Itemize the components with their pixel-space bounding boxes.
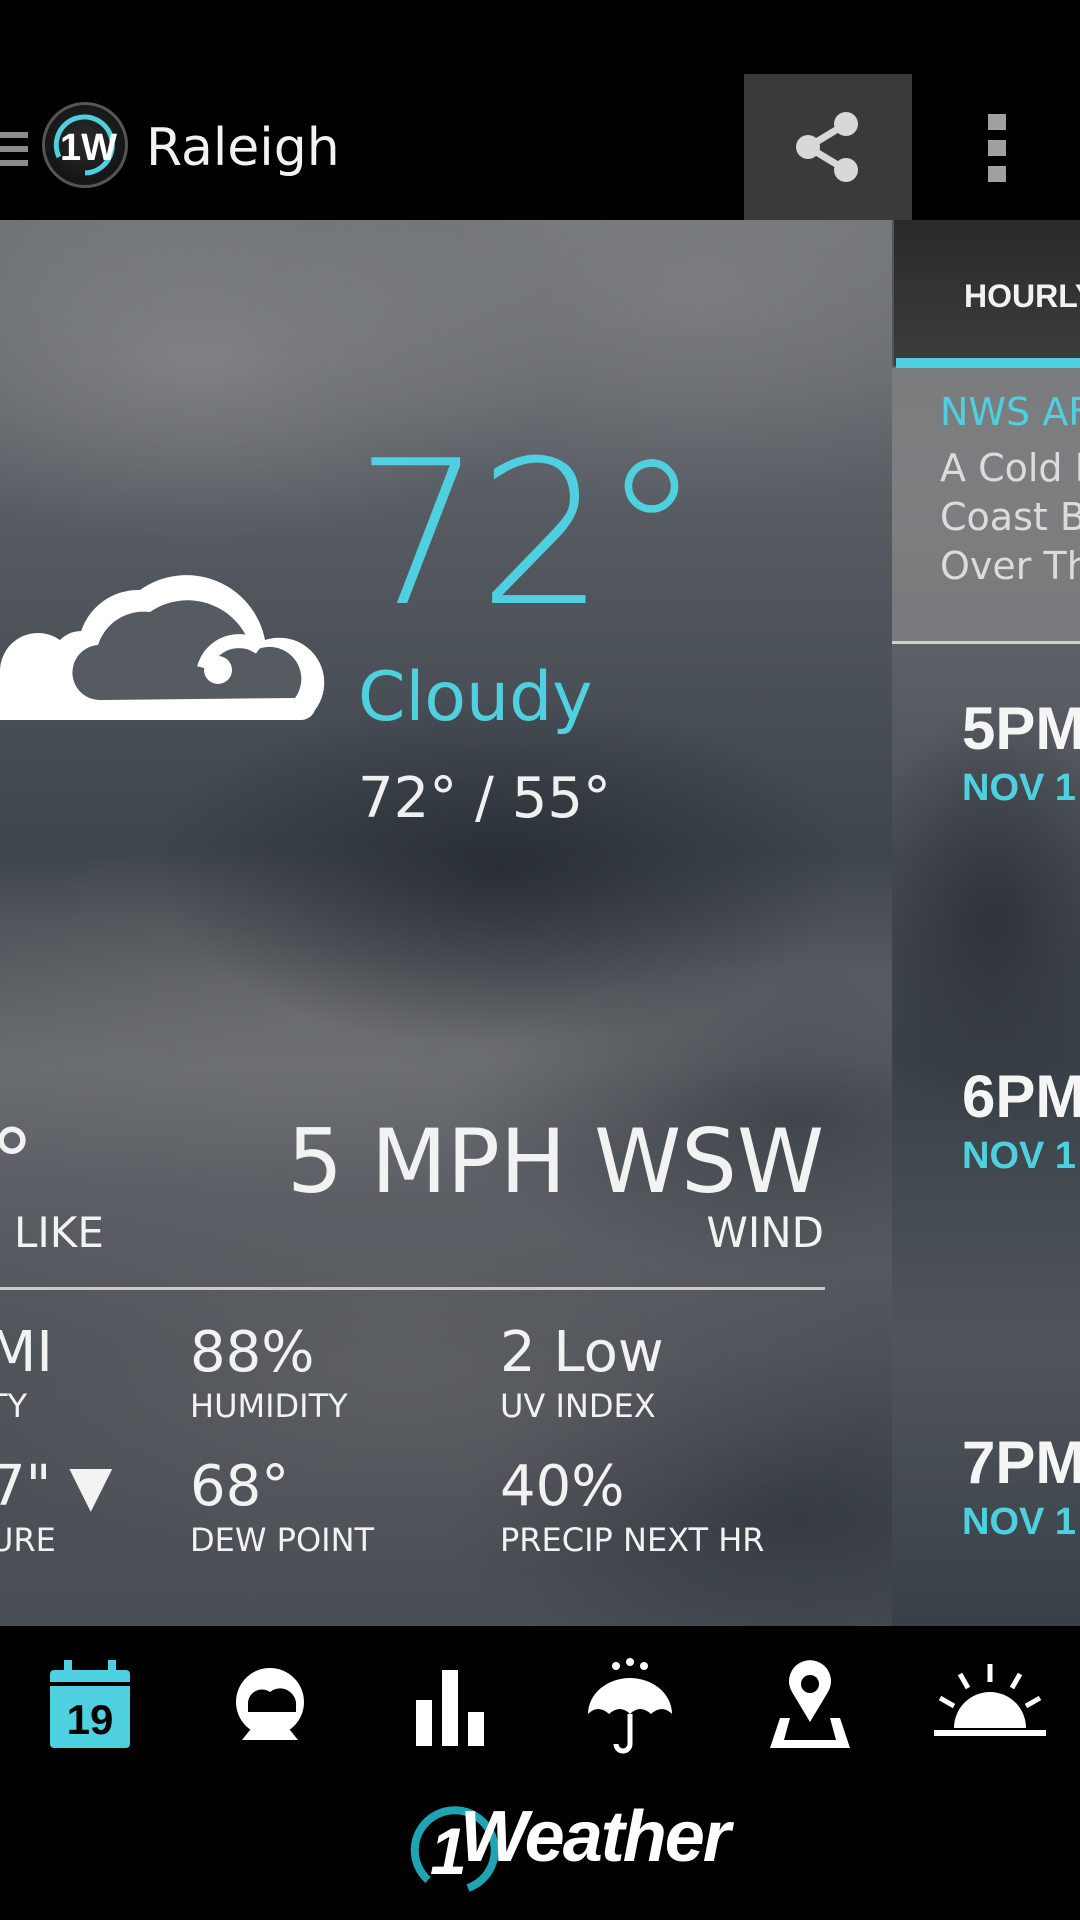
tab-hourly[interactable]: HOURLY [892, 220, 1080, 368]
feels-like-value: ° [0, 1110, 34, 1213]
hourly-item[interactable]: 7PM NOV 1 [962, 1428, 1080, 1544]
nws-alert-card[interactable]: NWS AF A Cold F Coast B Over Th [892, 368, 1080, 644]
radar-globe-icon[interactable] [220, 1656, 320, 1756]
map-pin-icon[interactable] [760, 1656, 860, 1756]
app-bar: 1W Raleigh [0, 74, 1080, 220]
share-button[interactable] [744, 74, 912, 220]
alert-text: A Cold F Coast B Over Th [940, 446, 1080, 588]
condition-label: Cloudy [358, 658, 593, 737]
brand-logo: 1 Weather [408, 1790, 731, 1900]
overflow-menu-icon[interactable] [960, 114, 1032, 184]
hourly-item[interactable]: 5PM NOV 1 [962, 694, 1080, 810]
menu-icon[interactable] [0, 132, 28, 166]
alert-title: NWS AF [940, 390, 1080, 434]
high-low-temperature: 72° / 55° [358, 766, 611, 831]
wind-label: WIND [706, 1208, 824, 1257]
svg-text:1W: 1W [60, 127, 117, 169]
uv-index-stat: 2 Low UV INDEX [500, 1320, 664, 1425]
hourly-item[interactable]: 6PM NOV 1 [962, 1062, 1080, 1178]
graph-icon[interactable] [400, 1656, 500, 1756]
feels-like-label: S LIKE [0, 1208, 104, 1257]
bottom-nav: 19 [0, 1626, 1080, 1776]
share-icon [796, 112, 858, 182]
visibility-stat: MI TY [0, 1320, 53, 1425]
current-temperature: 72° [355, 418, 701, 651]
cloudy-icon [0, 575, 325, 721]
app-logo[interactable]: 1W [42, 102, 128, 188]
hourly-panel[interactable]: HOURLY NWS AF A Cold F Coast B Over Th 5… [892, 220, 1080, 1626]
calendar-day: 19 [67, 1696, 114, 1743]
divider [0, 1287, 825, 1290]
pressure-stat: 7" ▼ URE [0, 1454, 113, 1559]
current-conditions-panel: 72° Cloudy 72° / 55° ° S LIKE 5 MPH WSW … [0, 220, 892, 1626]
logo-mark-icon: 1W [53, 114, 117, 176]
brand-name: Weather [460, 1797, 731, 1877]
city-title[interactable]: Raleigh [146, 118, 340, 178]
tab-indicator [896, 358, 1080, 368]
precip-next-hour-stat: 40% PRECIP NEXT HR [500, 1454, 765, 1559]
humidity-stat: 88% HUMIDITY [190, 1320, 348, 1425]
sunrise-icon[interactable] [930, 1656, 1046, 1756]
dew-point-stat: 68° DEW POINT [190, 1454, 375, 1559]
calendar-icon[interactable]: 19 [40, 1656, 140, 1756]
wind-value: 5 MPH WSW [287, 1110, 824, 1213]
precip-umbrella-icon[interactable] [580, 1656, 680, 1756]
